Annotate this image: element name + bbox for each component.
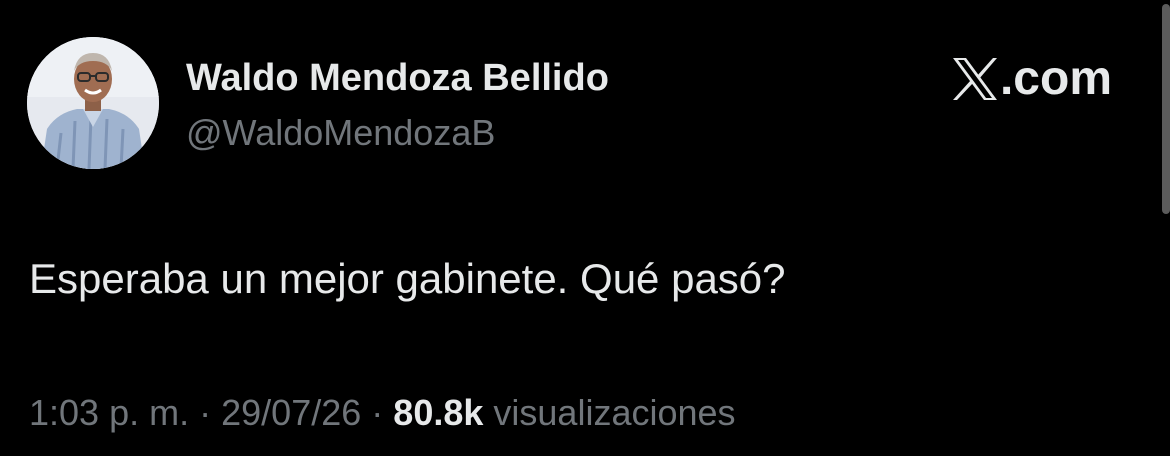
avatar[interactable] (27, 37, 159, 169)
tweet-text: Esperaba un mejor gabinete. Qué pasó? (29, 255, 786, 302)
meta-separator: · (199, 392, 212, 433)
author-display-name[interactable]: Waldo Mendoza Bellido (186, 54, 609, 102)
tweet-metadata: 1:03 p. m. · 29/07/26 · 80.8k visualizac… (29, 390, 736, 436)
author-handle[interactable]: @WaldoMendozaB (186, 110, 495, 156)
tweet-date[interactable]: 29/07/26 (221, 392, 361, 433)
views-count[interactable]: 80.8k (393, 392, 483, 433)
tweet-card: Waldo Mendoza Bellido @WaldoMendozaB .co… (0, 0, 1170, 456)
brand-domain-text: .com (999, 52, 1112, 105)
meta-separator: · (371, 392, 384, 433)
tweet-time[interactable]: 1:03 p. m. (29, 392, 189, 433)
avatar-photo (27, 37, 159, 169)
views-label: visualizaciones (493, 392, 736, 433)
scrollbar[interactable] (1162, 4, 1170, 214)
brand-logo: .com (952, 52, 1112, 106)
x-logo-icon (952, 57, 998, 101)
